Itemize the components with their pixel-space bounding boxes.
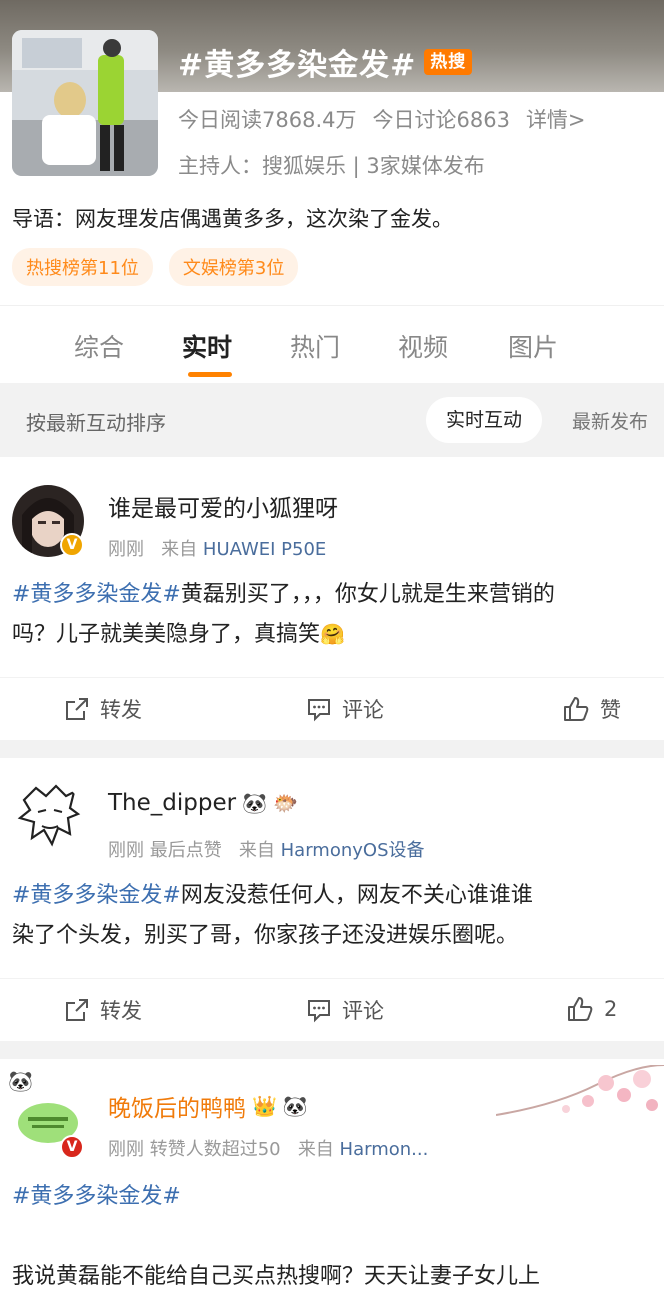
- repost-icon: [66, 999, 88, 1021]
- post-source[interactable]: HUAWEI P50E: [203, 539, 326, 560]
- like-label: 赞: [600, 698, 621, 722]
- verified-badge-icon: V: [60, 1135, 84, 1159]
- comment-button[interactable]: 评论: [306, 694, 384, 724]
- rank-tag-hot[interactable]: 热搜榜第11位: [12, 248, 153, 286]
- read-count: 今日阅读7868.4万: [178, 108, 357, 132]
- repost-button[interactable]: 转发: [64, 995, 142, 1025]
- repost-icon: [66, 698, 88, 720]
- post-meta: 刚刚 转赞人数超过50 来自 Harmon...: [108, 1135, 428, 1161]
- tab-images[interactable]: 图片: [508, 328, 558, 364]
- rank-tags: 热搜榜第11位 文娱榜第3位: [12, 248, 299, 286]
- post-text-line1: 黄磊别买了，，，你女儿就是生来营销的: [180, 582, 555, 607]
- username-text[interactable]: 晚饭后的鸭鸭: [108, 1089, 246, 1123]
- post-body: #黄多多染金发#黄磊别买了，，，你女儿就是生来营销的 吗？儿子就美美隐身了，真搞…: [12, 575, 652, 655]
- topic-header: #黄多多染金发# 热搜 今日阅读7868.4万 今日讨论6863 详情> 主持人…: [0, 0, 664, 300]
- post-text-line2: 我说黄磊能不能给自己买点热搜啊？天天让妻子女儿上: [12, 1264, 541, 1289]
- rank-tag-entertainment[interactable]: 文娱榜第3位: [168, 248, 299, 286]
- post-meta-extra: 最后点赞: [149, 840, 222, 861]
- post-from: 来自: [238, 840, 275, 861]
- post-username[interactable]: The_dipper 🐼 🐡: [108, 790, 298, 816]
- like-count: 2: [604, 997, 618, 1021]
- comment-icon: [308, 699, 330, 722]
- topic-intro: 导语：网友理发店偶遇黄多多，这次染了金发。: [12, 207, 453, 231]
- post-3: 🐼 V 晚饭后的鸭鸭 👑 🐼 刚刚 转赞人数超过50 来自 Harmon... …: [0, 1059, 664, 1296]
- comment-button[interactable]: 评论: [306, 995, 384, 1025]
- sakura-decoration: [496, 1065, 664, 1116]
- post-hashtag[interactable]: #黄多多染金发#: [12, 582, 181, 607]
- username-text[interactable]: The_dipper: [108, 790, 236, 816]
- post-hashtag[interactable]: #黄多多染金发#: [12, 883, 181, 908]
- tab-hot[interactable]: 热门: [290, 328, 340, 364]
- feed-tabs: 综合 实时 热门 视频 图片: [0, 305, 664, 383]
- tab-all[interactable]: 综合: [74, 328, 124, 364]
- hot-badge: 热搜: [424, 49, 473, 75]
- post-source[interactable]: HarmonyOS设备: [281, 840, 425, 861]
- comment-label: 评论: [342, 698, 384, 722]
- post-username[interactable]: 晚饭后的鸭鸭 👑 🐼: [108, 1089, 308, 1123]
- post-text-line2: 染了个头发，别买了哥，你家孩子还没进娱乐圈呢。: [12, 923, 519, 948]
- post-text-line2: 吗？儿子就美美隐身了，真搞笑: [12, 622, 321, 647]
- sort-option-latest[interactable]: 最新发布: [572, 407, 664, 434]
- post-divider: [0, 1041, 664, 1059]
- panda-emoji-icon: 🐼: [8, 1069, 33, 1093]
- post-from: 来自: [161, 539, 198, 560]
- active-tab-indicator: [188, 372, 232, 377]
- post-source[interactable]: Harmon...: [340, 1139, 429, 1160]
- post-body: #黄多多染金发#网友没惹任何人，网友不关心谁谁谁 染了个头发，别买了哥，你家孩子…: [12, 876, 652, 956]
- sort-bar: 按最新互动排序 实时互动 最新发布: [0, 383, 664, 457]
- post-text-line1: 网友没惹任何人，网友不关心谁谁谁: [180, 883, 533, 908]
- topic-title-text: #黄多多染金发#: [178, 48, 417, 83]
- pufferfish-emoji-icon: 🐡: [272, 791, 298, 815]
- like-icon: [564, 697, 589, 721]
- post-meta-extra: 转赞人数超过50: [149, 1139, 281, 1160]
- panda-emoji-icon: 🐼: [282, 1094, 308, 1118]
- post-hashtag[interactable]: #黄多多染金发#: [12, 1184, 181, 1209]
- repost-button[interactable]: 转发: [64, 694, 142, 724]
- hug-emoji-icon: 🤗: [320, 622, 345, 646]
- topic-cover-image[interactable]: [12, 30, 158, 176]
- post-actions: 转发 评论 2: [0, 978, 664, 1038]
- repost-label: 转发: [100, 698, 142, 722]
- like-button[interactable]: 2: [566, 995, 617, 1023]
- verified-badge-icon: V: [60, 533, 84, 557]
- like-button[interactable]: 赞: [562, 694, 621, 724]
- sort-label: 按最新互动排序: [26, 411, 166, 435]
- topic-stats: 今日阅读7868.4万 今日讨论6863 详情>: [178, 104, 586, 134]
- post-body: #黄多多染金发#: [12, 1177, 652, 1217]
- tab-video[interactable]: 视频: [398, 328, 448, 364]
- panda-emoji-icon: 🐼: [242, 791, 267, 815]
- post-time: 刚刚: [108, 840, 144, 861]
- discussion-count: 今日讨论6863: [372, 108, 510, 132]
- topic-host[interactable]: 主持人：搜狐娱乐 | 3家媒体发布: [178, 150, 485, 180]
- post-from: 来自: [297, 1139, 334, 1160]
- topic-title: #黄多多染金发# 热搜: [178, 40, 473, 84]
- repost-label: 转发: [100, 999, 142, 1023]
- post-body-continued: 我说黄磊能不能给自己买点热搜啊？天天让妻子女儿上: [12, 1257, 652, 1296]
- tab-realtime[interactable]: 实时: [182, 328, 232, 364]
- avatar[interactable]: [12, 782, 84, 854]
- post-divider: [0, 740, 664, 758]
- post-time: 刚刚: [108, 539, 144, 560]
- details-link[interactable]: 详情>: [526, 104, 586, 134]
- comment-label: 评论: [342, 999, 384, 1023]
- post-actions: 转发 评论 赞: [0, 677, 664, 737]
- username-text[interactable]: 谁是最可爱的小狐狸呀: [108, 489, 338, 523]
- post-meta: 刚刚 最后点赞 来自 HarmonyOS设备: [108, 836, 425, 862]
- comment-icon: [308, 1000, 330, 1023]
- like-icon: [568, 997, 593, 1021]
- post-time: 刚刚: [108, 1139, 144, 1160]
- crown-emoji-icon: 👑: [252, 1094, 277, 1118]
- post-meta: 刚刚 来自 HUAWEI P50E: [108, 535, 326, 561]
- post-username[interactable]: 谁是最可爱的小狐狸呀: [108, 489, 338, 523]
- sort-option-realtime[interactable]: 实时互动: [426, 397, 543, 443]
- post-2: The_dipper 🐼 🐡 刚刚 最后点赞 来自 HarmonyOS设备 #黄…: [0, 758, 664, 1041]
- post-1: V 谁是最可爱的小狐狸呀 刚刚 来自 HUAWEI P50E #黄多多染金发#黄…: [0, 457, 664, 740]
